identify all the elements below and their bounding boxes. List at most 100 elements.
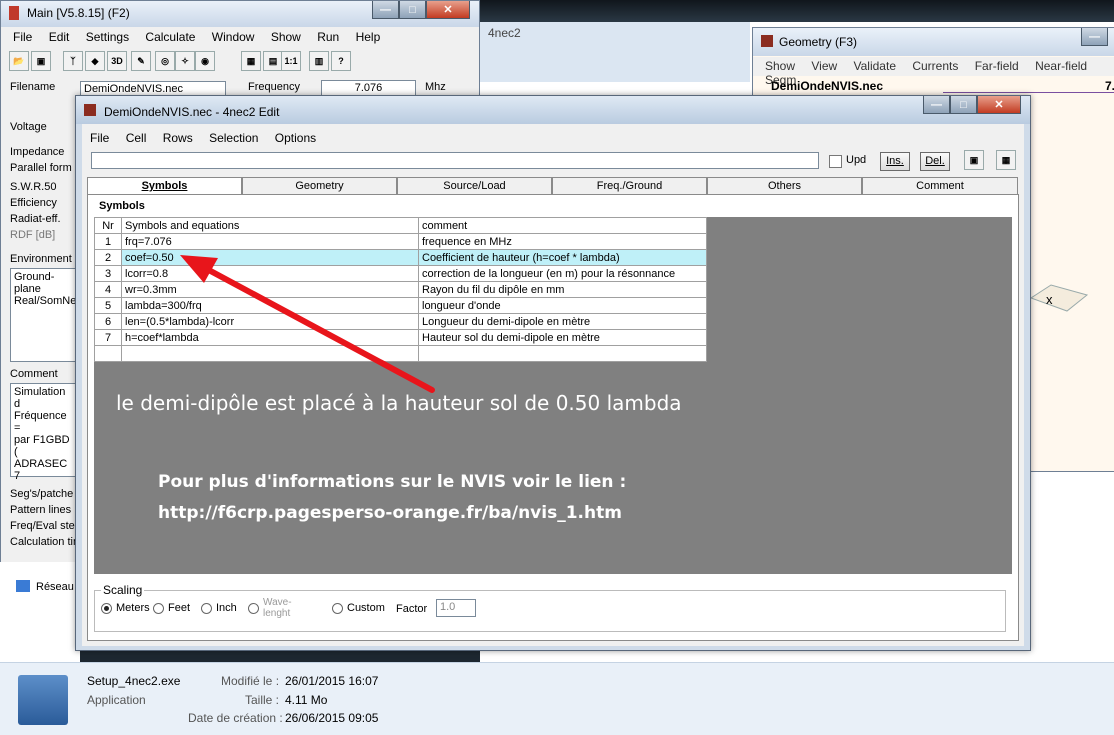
table-row[interactable]: 4 wr=0.3mm Rayon du fil du dipôle en mm <box>94 281 707 298</box>
grid-area: Nr Symbols and equations comment 1 frq=7.… <box>94 217 1012 574</box>
row-equation[interactable]: len=(0.5*lambda)-lcorr <box>121 313 419 330</box>
main-close-button[interactable]: ✕ <box>426 1 470 19</box>
table-row[interactable]: 1 frq=7.076 frequence en MHz <box>94 233 707 250</box>
cell-edit-input[interactable] <box>91 152 819 169</box>
details-bar: Setup_4nec2.exe Application Modifié le :… <box>0 662 1114 735</box>
main-menu-file[interactable]: File <box>13 30 32 44</box>
geometry-menu-validate[interactable]: Validate <box>854 59 896 73</box>
help-icon[interactable]: ? <box>331 51 351 71</box>
info-link: http://f6crp.pagesperso-orange.fr/ba/nvi… <box>158 503 622 523</box>
upd-checkbox[interactable] <box>829 155 842 168</box>
table-icon[interactable]: ▤ <box>263 51 283 71</box>
feet-radio[interactable]: Feet <box>153 602 190 614</box>
row-comment[interactable]: Rayon du fil du dipôle en mm <box>418 281 707 298</box>
parallel-form-label: Parallel form <box>10 162 72 174</box>
geometry-minimize-button[interactable]: — <box>1081 28 1108 46</box>
book-icon[interactable]: ▥ <box>309 51 329 71</box>
main-menu-help[interactable]: Help <box>356 30 381 44</box>
globe-icon[interactable]: ◎ <box>155 51 175 71</box>
row-comment[interactable] <box>418 345 707 362</box>
meters-label: Meters <box>116 602 150 614</box>
edit-menu-file[interactable]: File <box>90 131 109 145</box>
inch-radio[interactable]: Inch <box>201 602 237 614</box>
geometry-menu-currents[interactable]: Currents <box>912 59 958 73</box>
tab-geometry[interactable]: Geometry <box>242 177 397 194</box>
calculator-icon[interactable]: ▦ <box>996 150 1016 170</box>
tab-symbols[interactable]: Symbols <box>87 177 242 194</box>
row-nr: 1 <box>94 233 122 250</box>
geometry-menu-view[interactable]: View <box>811 59 837 73</box>
row-nr: 7 <box>94 329 122 346</box>
edit-client: File Cell Rows Selection Options Upd Ins… <box>82 124 1024 646</box>
tab-strip: Symbols Geometry Source/Load Freq./Groun… <box>87 177 1019 194</box>
network-label[interactable]: Réseau <box>36 581 74 593</box>
comment-label: Comment <box>10 368 58 380</box>
edit-title: DemiOndeNVIS.nec - 4nec2 Edit <box>104 105 280 119</box>
main-menu-edit[interactable]: Edit <box>49 30 70 44</box>
row-comment[interactable]: correction de la longueur (en m) pour la… <box>418 265 707 282</box>
installer-icon <box>18 675 68 725</box>
edit-menu-rows[interactable]: Rows <box>163 131 193 145</box>
edit-maximize-button[interactable]: □ <box>950 96 977 114</box>
main-maximize-button[interactable]: □ <box>399 1 426 19</box>
pattern-icon[interactable]: ✧ <box>175 51 195 71</box>
polar-plot-icon[interactable]: ◉ <box>195 51 215 71</box>
tab-source-load[interactable]: Source/Load <box>397 177 552 194</box>
row-comment[interactable]: frequence en MHz <box>418 233 707 250</box>
table-row[interactable] <box>94 345 707 362</box>
main-menu-settings[interactable]: Settings <box>86 30 129 44</box>
table-row[interactable]: 6 len=(0.5*lambda)-lcorr Longueur du demi-… <box>94 313 707 330</box>
table-row-selected[interactable]: 2 coef=0.50 Coefficient de hauteur (h=coef… <box>94 249 707 266</box>
row-comment[interactable]: Longueur du demi-dipole en mètre <box>418 313 707 330</box>
frequency-label: Frequency <box>248 81 300 93</box>
scale-1to1-icon[interactable]: 1:1 <box>281 51 301 71</box>
row-equation[interactable]: lambda=300/frq <box>121 297 419 314</box>
main-menu-show[interactable]: Show <box>271 30 301 44</box>
edit-menu-options[interactable]: Options <box>275 131 316 145</box>
main-menu-run[interactable]: Run <box>317 30 339 44</box>
edit-minimize-button[interactable]: — <box>923 96 950 114</box>
row-equation[interactable]: lcorr=0.8 <box>121 265 419 282</box>
geometry-menu-show[interactable]: Show <box>765 59 795 73</box>
open-folder-icon[interactable]: 📂 <box>9 51 29 71</box>
windows-icon[interactable]: ▣ <box>964 150 984 170</box>
main-minimize-button[interactable]: — <box>372 1 399 19</box>
antenna-icon[interactable]: ᛉ <box>63 51 83 71</box>
row-equation[interactable] <box>121 345 419 362</box>
main-menu-window[interactable]: Window <box>212 30 255 44</box>
calculator-icon[interactable]: ▦ <box>241 51 261 71</box>
table-row[interactable]: 5 lambda=300/frq longueur d'onde <box>94 297 707 314</box>
geometry-menu-far-field[interactable]: Far-field <box>975 59 1019 73</box>
row-equation[interactable]: h=coef*lambda <box>121 329 419 346</box>
scaling-title: Scaling <box>101 583 145 597</box>
main-menu-calculate[interactable]: Calculate <box>145 30 195 44</box>
row-comment[interactable]: Hauteur sol du demi-dipole en mètre <box>418 329 707 346</box>
row-comment[interactable]: longueur d'onde <box>418 297 707 314</box>
wavelength-radio[interactable]: Wave- lenght <box>248 597 292 619</box>
delete-row-button[interactable]: Del. <box>920 152 950 171</box>
row-comment[interactable]: Coefficient de hauteur (h=coef * lambda) <box>418 249 707 266</box>
cube-icon[interactable]: ◆ <box>85 51 105 71</box>
comment-line-1: Simulation d <box>14 386 66 410</box>
tab-freq-ground[interactable]: Freq./Ground <box>552 177 707 194</box>
table-row[interactable]: 7 h=coef*lambda Hauteur sol du demi-dipole… <box>94 329 707 346</box>
tab-others[interactable]: Others <box>707 177 862 194</box>
windows-icon[interactable]: ▣ <box>31 51 51 71</box>
factor-input[interactable]: 1.0 <box>436 599 476 617</box>
row-equation[interactable]: frq=7.076 <box>121 233 419 250</box>
edit-close-button[interactable]: ✕ <box>977 96 1021 114</box>
edit-menu-selection[interactable]: Selection <box>209 131 258 145</box>
row-equation[interactable]: wr=0.3mm <box>121 281 419 298</box>
geometry-line <box>943 92 1114 93</box>
table-row[interactable]: 3 lcorr=0.8 correction de la longueur (en … <box>94 265 707 282</box>
view-3d-icon[interactable]: 3D <box>107 51 127 71</box>
row-nr: 6 <box>94 313 122 330</box>
edit-menu-cell[interactable]: Cell <box>126 131 147 145</box>
tab-comment[interactable]: Comment <box>862 177 1018 194</box>
insert-row-button[interactable]: Ins. <box>880 152 910 171</box>
edit-icon[interactable]: ✎ <box>131 51 151 71</box>
row-equation[interactable]: coef=0.50 <box>121 249 419 266</box>
geometry-menu-near-field[interactable]: Near-field <box>1035 59 1087 73</box>
meters-radio[interactable]: Meters <box>101 602 150 614</box>
custom-radio[interactable]: Custom <box>332 602 385 614</box>
